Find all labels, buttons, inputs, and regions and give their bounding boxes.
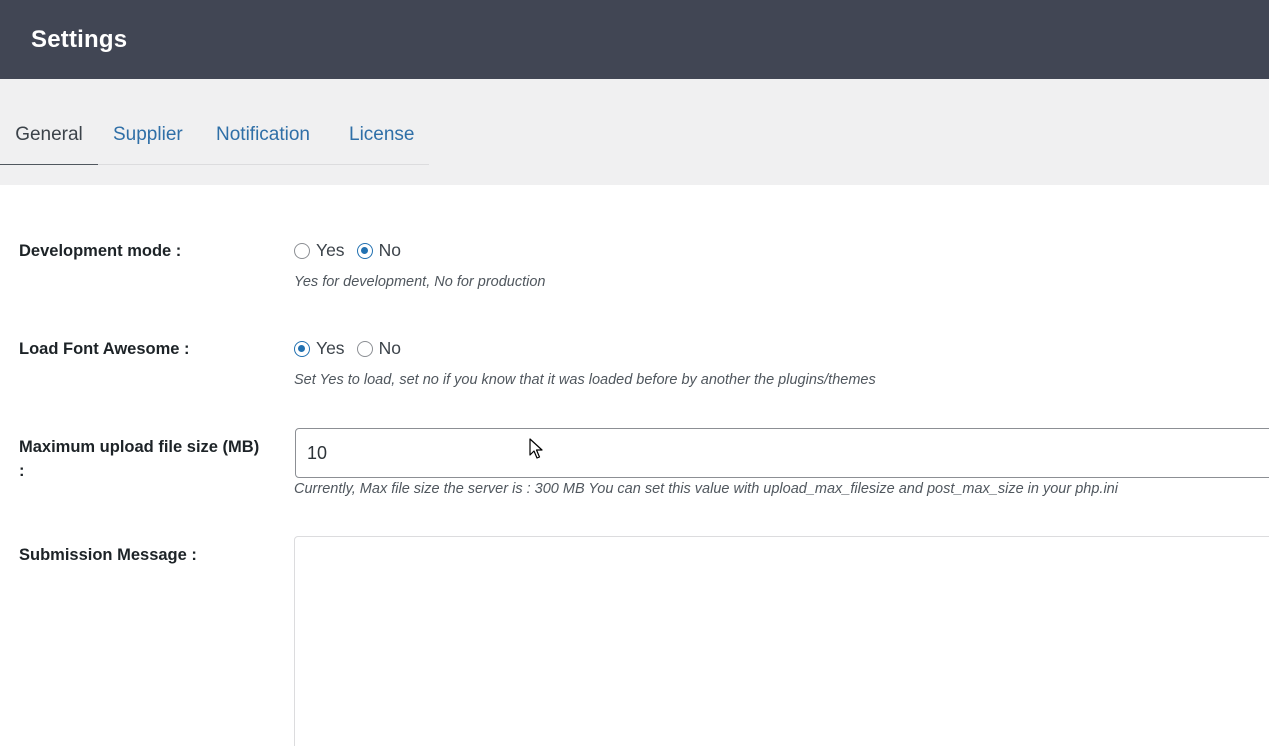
development-mode-yes-label[interactable]: Yes (316, 240, 345, 261)
tabs-nav: General Supplier Notification License (0, 79, 429, 165)
tab-general[interactable]: General (0, 79, 98, 165)
tab-notification[interactable]: Notification (216, 79, 310, 165)
load-font-awesome-radio-group: Yes No (294, 338, 413, 359)
load-font-awesome-yes-label[interactable]: Yes (316, 338, 345, 359)
settings-header: Settings (0, 0, 1269, 79)
tab-supplier[interactable]: Supplier (113, 79, 183, 165)
max-upload-input[interactable] (295, 428, 1269, 478)
development-mode-label: Development mode : (19, 242, 182, 260)
max-upload-help: Currently, Max file size the server is :… (294, 481, 1118, 497)
max-upload-label-line2: : (19, 462, 25, 480)
development-mode-radio-group: Yes No (294, 240, 413, 261)
max-upload-label: Maximum upload file size (MB) : (19, 435, 259, 483)
page-title: Settings (31, 25, 128, 53)
tab-bar: General Supplier Notification License (0, 79, 1269, 185)
settings-form: Development mode : Yes No Yes for develo… (0, 185, 1269, 746)
load-font-awesome-no-radio[interactable] (356, 340, 373, 357)
load-font-awesome-no-label[interactable]: No (379, 338, 401, 359)
development-mode-no-label[interactable]: No (379, 240, 401, 261)
load-font-awesome-yes-radio[interactable] (294, 340, 310, 357)
submission-message-label: Submission Message : (19, 546, 197, 564)
development-mode-help: Yes for development, No for production (294, 274, 546, 290)
load-font-awesome-help: Set Yes to load, set no if you know that… (294, 372, 876, 388)
submission-message-textarea[interactable] (294, 536, 1269, 746)
max-upload-label-line1: Maximum upload file size (MB) (19, 438, 260, 456)
tab-license[interactable]: License (349, 79, 415, 165)
development-mode-yes-radio[interactable] (294, 242, 310, 259)
load-font-awesome-label: Load Font Awesome : (19, 340, 190, 358)
mouse-pointer-icon (529, 438, 543, 459)
development-mode-no-radio[interactable] (356, 242, 373, 259)
